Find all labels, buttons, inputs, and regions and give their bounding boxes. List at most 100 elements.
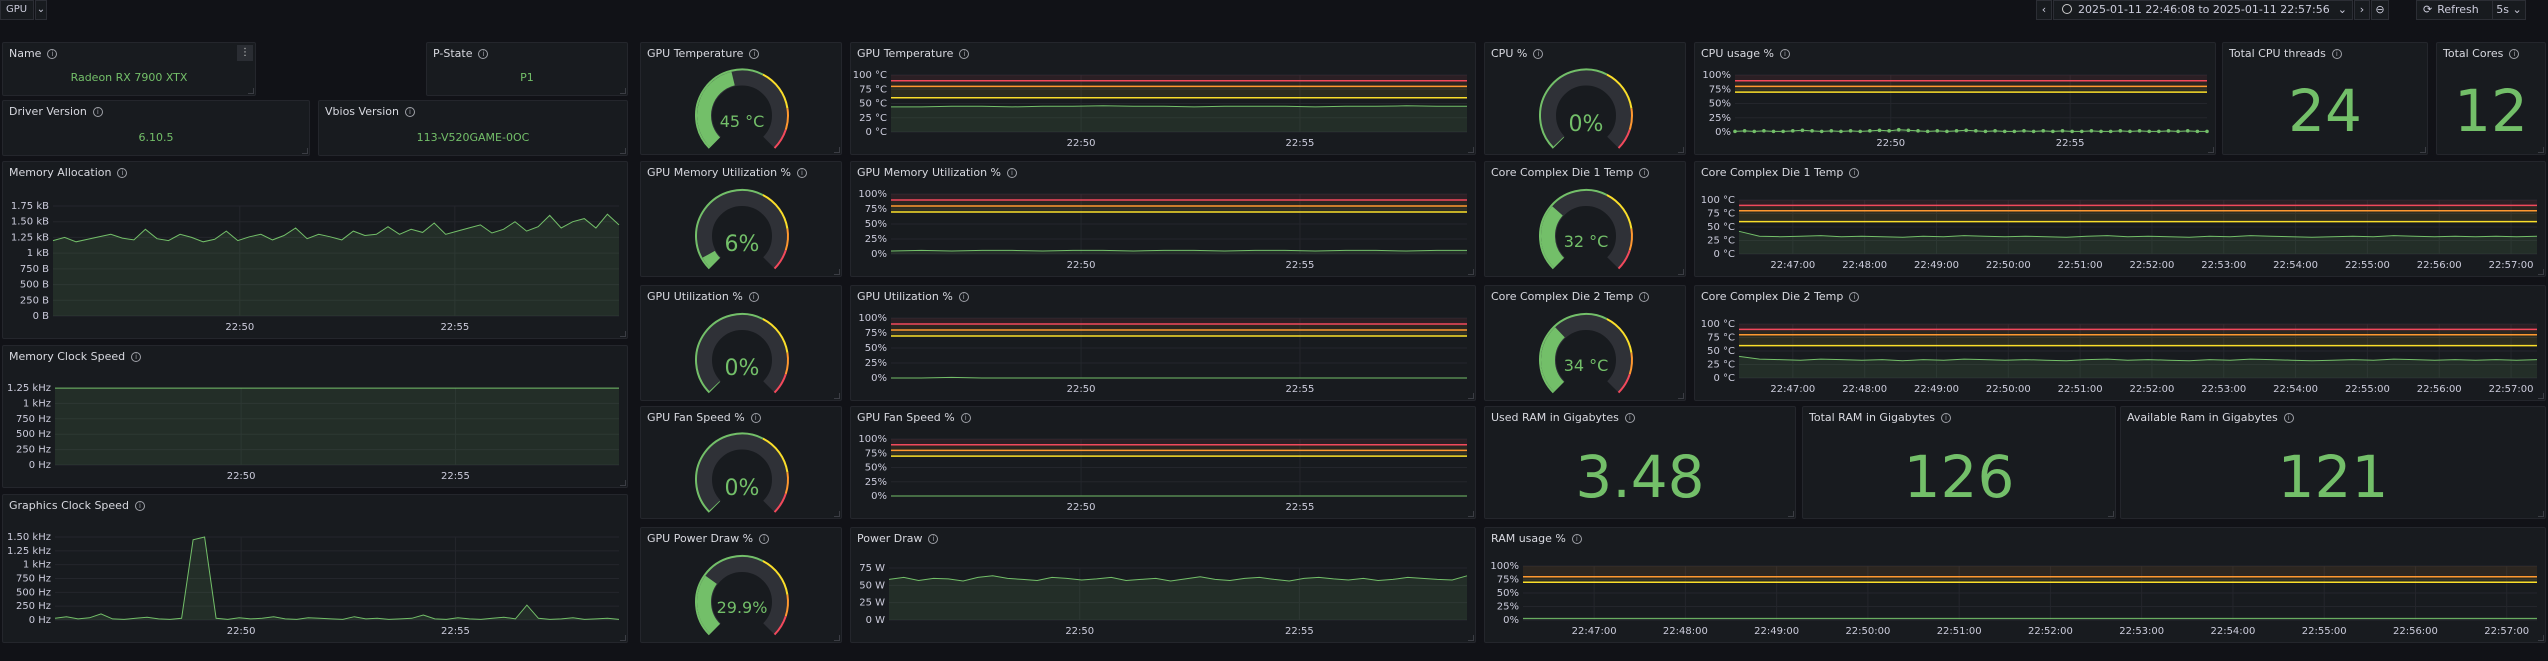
x-tick-label: 22:52:00: [2028, 626, 2073, 637]
x-tick-label: 22:48:00: [1663, 626, 1708, 637]
panel-title[interactable]: Used RAM in Gigabytes i: [1491, 411, 1635, 424]
y-tick-label: 0 B: [33, 311, 50, 322]
series-point: [1781, 129, 1785, 134]
chevron-down-icon: ⌄: [2512, 3, 2522, 16]
stat-value: 3.48: [1575, 443, 1705, 511]
series-point: [2205, 129, 2209, 134]
series-point: [2118, 129, 2123, 133]
series-point: [2166, 129, 2171, 133]
y-tick-label: 75%: [865, 328, 887, 339]
y-tick-label: 500 Hz: [16, 429, 51, 440]
refresh-interval-select[interactable]: 5s ⌄: [2492, 0, 2526, 20]
series-point: [2128, 129, 2132, 134]
zoom-out-button[interactable]: ⊖: [2371, 0, 2389, 20]
panel-title[interactable]: Driver Version i: [9, 105, 103, 118]
info-icon[interactable]: i: [2283, 413, 2294, 423]
y-tick-label: 0 Hz: [29, 460, 51, 471]
resize-handle-icon[interactable]: [2108, 511, 2114, 517]
series-point: [1829, 129, 1834, 133]
series-point: [2099, 129, 2103, 134]
threshold-band: [1739, 334, 2537, 346]
series-point: [1868, 129, 1872, 133]
panel-ram-usage-series: RAM usage % i 100% 75% 50% 25% 0% 22:47:00 22:48…: [1484, 527, 2546, 643]
time-range-picker[interactable]: 2025-01-11 22:46:08 to 2025-01-11 22:57:…: [2053, 0, 2353, 20]
panel-title[interactable]: Total Cores i: [2443, 47, 2520, 60]
info-icon[interactable]: i: [2331, 49, 2342, 59]
timeseries-chart: 100% 75% 50% 25% 0% 22:50 22:55: [858, 313, 1467, 395]
time-next-button[interactable]: ›: [2354, 0, 2370, 20]
x-tick-label: 22:50: [1876, 138, 1905, 149]
time-range-label: 2025-01-11 22:46:08 to 2025-01-11 22:57:…: [2078, 3, 2330, 16]
threshold-band: [891, 206, 1467, 212]
resize-handle-icon[interactable]: [2538, 511, 2544, 517]
info-icon[interactable]: i: [2509, 49, 2520, 59]
panel-graphics-clock-speed: Graphics Clock Speed i 1.50 kHz 1.25 kHz 1 k…: [2, 494, 628, 643]
panel-title[interactable]: Vbios Version i: [325, 105, 415, 118]
x-tick-label: 22:55: [2056, 138, 2085, 149]
panel-title-text: Total CPU threads: [2229, 47, 2326, 60]
panel-memory-clock-speed: Memory Clock Speed i 1.25 kHz 1 kHz 750 Hz 50…: [2, 345, 628, 488]
y-tick-label: 25%: [865, 358, 887, 369]
resize-handle-icon[interactable]: [1788, 511, 1794, 517]
y-tick-label: 75 °C: [859, 84, 887, 95]
info-icon[interactable]: i: [1624, 413, 1635, 423]
info-icon[interactable]: i: [92, 107, 103, 117]
info-icon[interactable]: i: [478, 49, 489, 59]
info-icon[interactable]: i: [47, 49, 58, 59]
x-tick-label: 22:51:00: [2058, 260, 2103, 271]
chevron-down-icon[interactable]: ⌄: [35, 0, 47, 20]
panel-title[interactable]: Available Ram in Gigabytes i: [2127, 411, 2294, 424]
series-line: [1738, 230, 2538, 238]
panel-title-text: Name: [9, 47, 42, 60]
threshold-band: [1739, 210, 2537, 222]
resize-handle-icon[interactable]: [620, 148, 626, 154]
panel-title[interactable]: P-State i: [433, 47, 489, 60]
panel-title[interactable]: Total RAM in Gigabytes i: [1809, 411, 1952, 424]
time-prev-button[interactable]: ‹: [2036, 0, 2052, 20]
y-tick-label: 0 Hz: [29, 615, 51, 626]
gauge-graphic: [695, 313, 789, 394]
stat-value: 12: [2454, 77, 2528, 145]
gauge-fill: [709, 381, 721, 392]
series-point: [2195, 129, 2200, 134]
panel-title[interactable]: Name i: [9, 47, 58, 60]
series-point: [1752, 129, 1757, 134]
threshold-band: [1735, 80, 2207, 87]
y-tick-label: 100%: [858, 313, 887, 324]
series-point: [1742, 129, 1747, 133]
resize-handle-icon[interactable]: [2538, 147, 2544, 153]
x-tick-label: 22:57:00: [2484, 626, 2529, 637]
series-point: [1839, 129, 1843, 134]
resize-handle-icon[interactable]: [302, 148, 308, 154]
y-tick-label: 25%: [1709, 113, 1731, 124]
timeseries-chart: 100% 75% 50% 25% 0% 22:50 22:55: [858, 434, 1467, 513]
resize-handle-icon[interactable]: [2420, 147, 2426, 153]
x-tick-label: 22:53:00: [2201, 260, 2246, 271]
series-point: [2137, 129, 2142, 133]
y-tick-label: 75%: [865, 448, 887, 459]
x-tick-label: 22:55: [1286, 384, 1315, 395]
gauge-value: 32 °C: [1563, 232, 1609, 251]
panel-total-cores: Total Cores i 12: [2436, 42, 2546, 155]
timeseries-chart: 75 W 50 W 25 W 0 W 22:50 22:55: [859, 563, 1468, 637]
gauge-graphic: [695, 68, 789, 149]
threshold-band: [1523, 566, 2537, 577]
y-tick-label: 50%: [1709, 99, 1731, 110]
panel-title-text: Total Cores: [2443, 47, 2504, 60]
panel-menu-icon[interactable]: ⋮: [237, 45, 253, 61]
info-icon[interactable]: i: [1941, 413, 1952, 423]
panel-gpu-fan-speed-series: GPU Fan Speed % i 100% 75% 50% 25% 0% 22:50 22:5…: [850, 406, 1476, 519]
threshold-band: [1735, 75, 2207, 81]
info-icon[interactable]: i: [404, 107, 415, 117]
series-point: [2060, 129, 2065, 133]
variable-select-gpu[interactable]: GPU: [0, 0, 34, 20]
chevron-right-icon: ›: [2359, 3, 2365, 16]
threshold-band: [891, 444, 1467, 451]
resize-handle-icon[interactable]: [248, 88, 254, 94]
panel-title[interactable]: Total CPU threads i: [2229, 47, 2342, 60]
y-tick-label: 750 Hz: [16, 574, 51, 585]
resize-handle-icon[interactable]: [620, 88, 626, 94]
gauge-value: 34 °C: [1563, 356, 1609, 375]
threshold-band: [891, 75, 1467, 81]
timeseries-chart: 100 °C 75 °C 50 °C 25 °C 0 °C 22:50 22:55: [853, 70, 1467, 149]
